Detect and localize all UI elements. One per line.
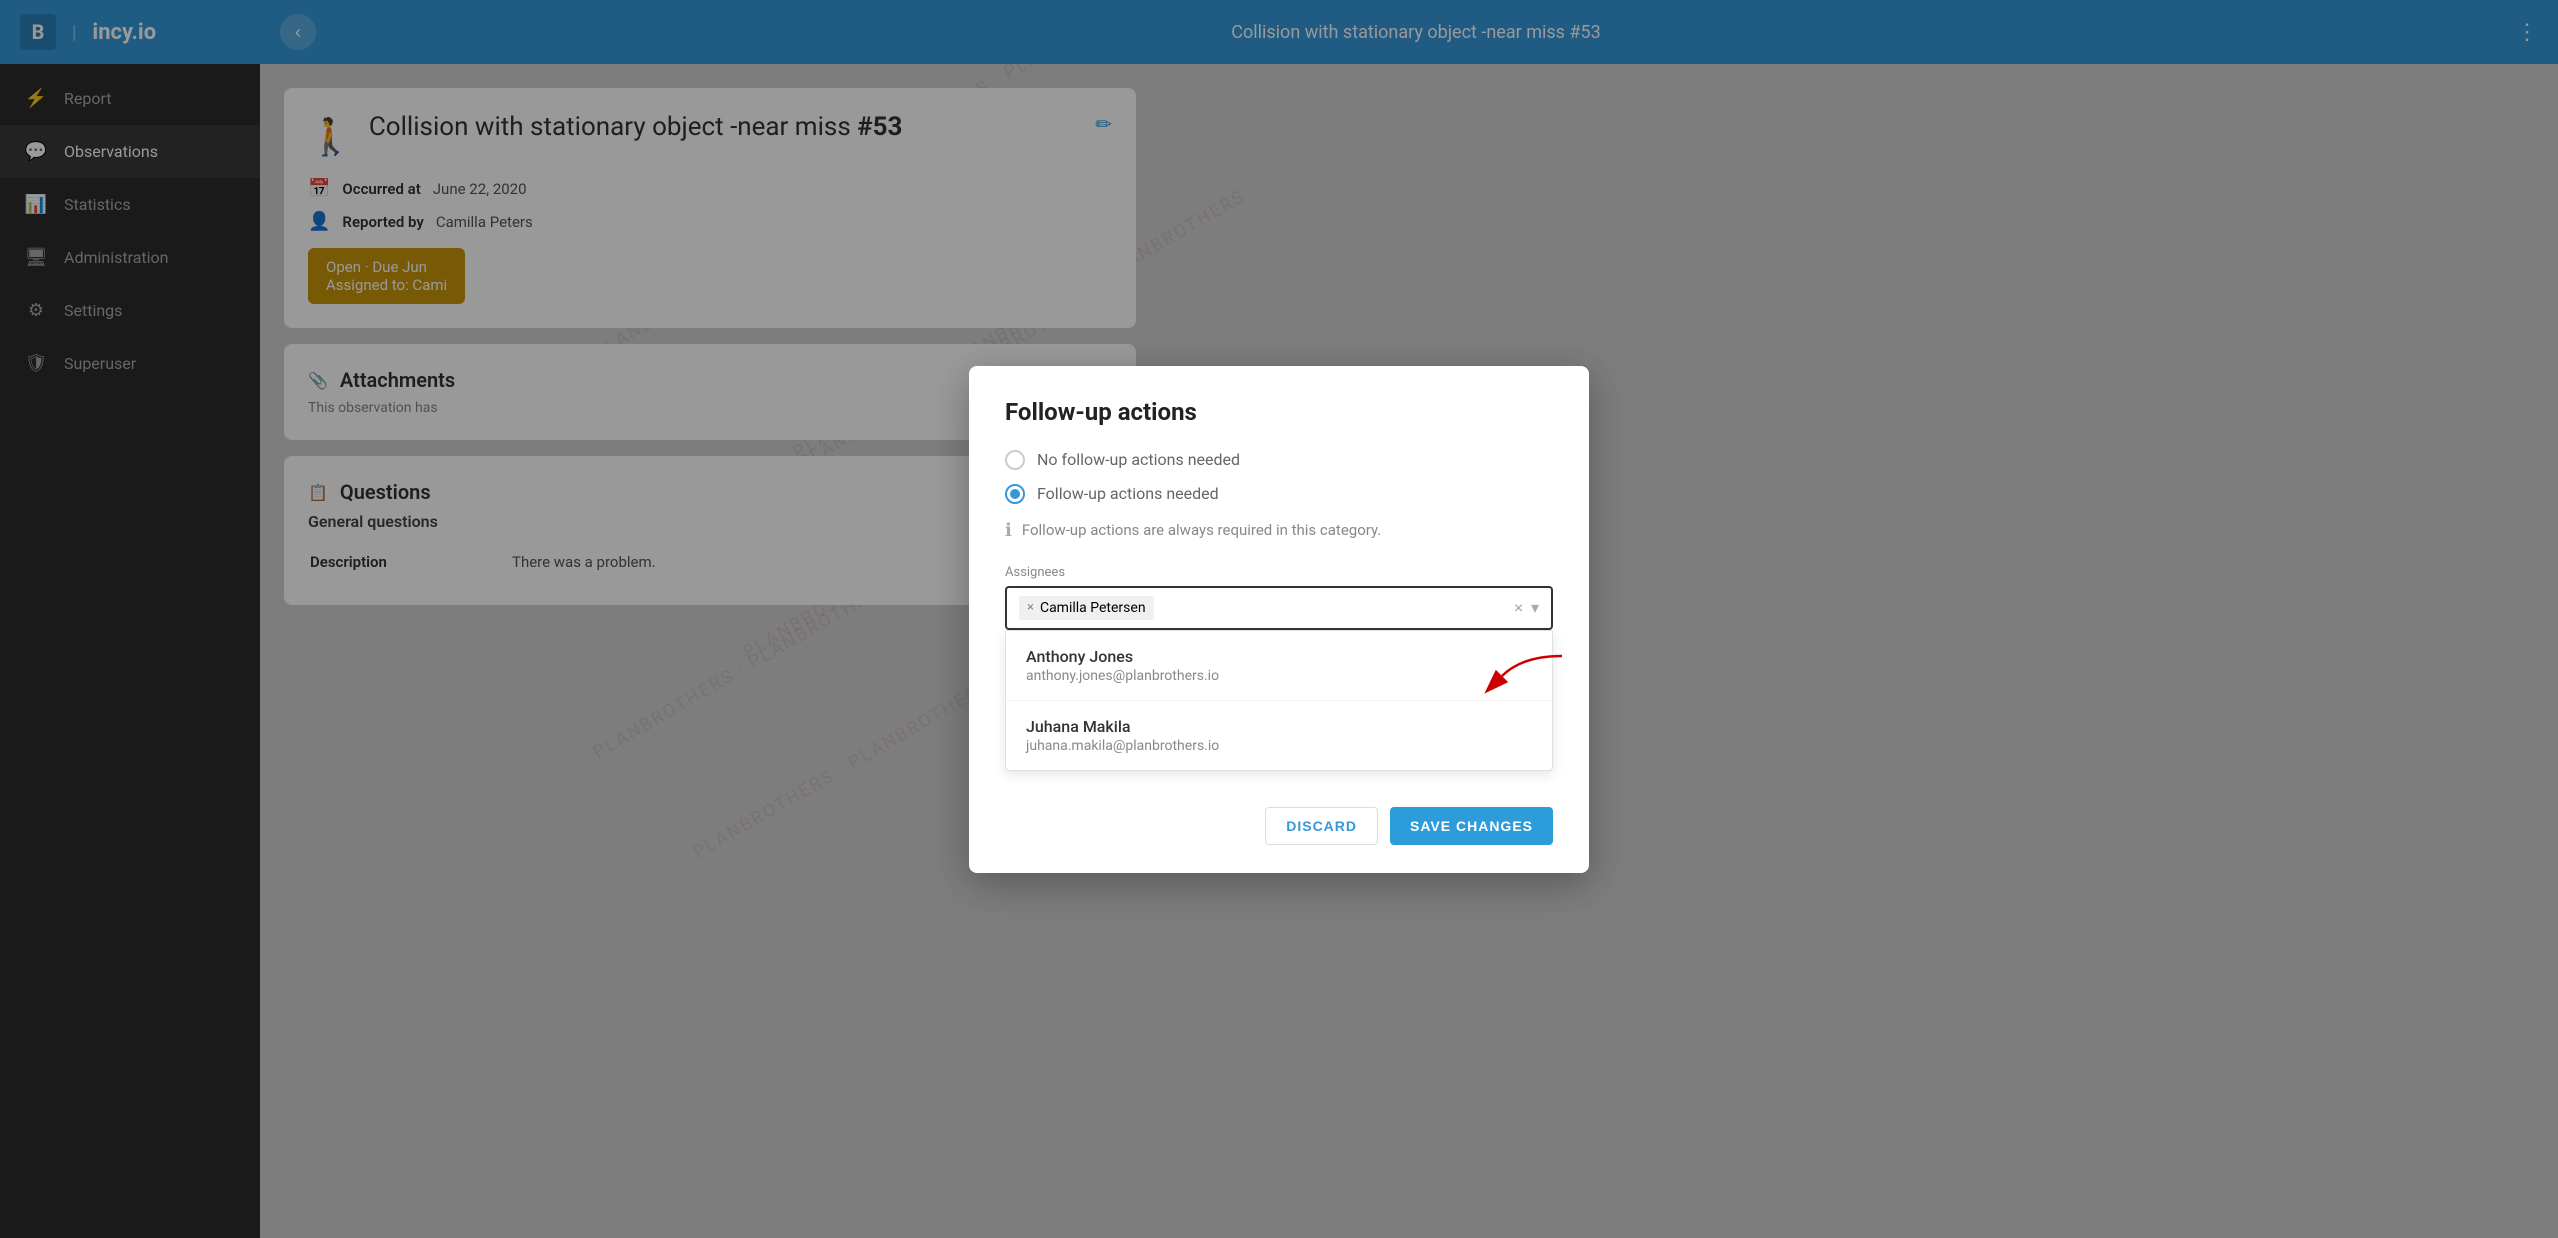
dropdown-item-name-juhana: Juhana Makila xyxy=(1026,717,1532,736)
remove-assignee-button[interactable]: × xyxy=(1027,600,1034,615)
radio-group: No follow-up actions needed Follow-up ac… xyxy=(1005,450,1553,504)
field-controls: × ▾ xyxy=(1514,598,1539,617)
dropdown-item-juhana[interactable]: Juhana Makila juhana.makila@planbrothers… xyxy=(1006,701,1552,770)
radio-label-followup-needed: Follow-up actions needed xyxy=(1037,484,1219,503)
assignees-label: Assignees xyxy=(1005,565,1553,580)
dropdown-item-name-anthony: Anthony Jones xyxy=(1026,647,1532,666)
assignees-field[interactable]: × Camilla Petersen × ▾ xyxy=(1005,586,1553,630)
info-note-text: Follow-up actions are always required in… xyxy=(1022,521,1381,539)
info-icon: ℹ xyxy=(1005,520,1012,541)
info-note: ℹ Follow-up actions are always required … xyxy=(1005,520,1553,541)
assignee-name: Camilla Petersen xyxy=(1040,600,1146,616)
assignees-section: Assignees × Camilla Petersen × ▾ xyxy=(1005,565,1553,771)
radio-circle-followup-needed xyxy=(1005,484,1025,504)
assignees-field-wrapper: × Camilla Petersen × ▾ xyxy=(1005,586,1553,771)
dropdown-toggle-icon[interactable]: ▾ xyxy=(1531,598,1539,617)
radio-circle-no-followup xyxy=(1005,450,1025,470)
dropdown-item-email-juhana: juhana.makila@planbrothers.io xyxy=(1026,738,1532,754)
assignees-input[interactable] xyxy=(1162,600,1507,616)
assignees-dropdown: Anthony Jones anthony.jones@planbrothers… xyxy=(1005,630,1553,771)
dropdown-item-email-anthony: anthony.jones@planbrothers.io xyxy=(1026,668,1532,684)
dropdown-item-anthony[interactable]: Anthony Jones anthony.jones@planbrothers… xyxy=(1006,631,1552,701)
modal-overlay[interactable]: Follow-up actions No follow-up actions n… xyxy=(0,0,2558,1238)
assignee-tag-camilla: × Camilla Petersen xyxy=(1019,596,1154,620)
followup-modal: Follow-up actions No follow-up actions n… xyxy=(969,366,1589,873)
discard-button[interactable]: DISCARD xyxy=(1265,807,1378,845)
clear-field-button[interactable]: × xyxy=(1514,598,1523,617)
radio-followup-needed[interactable]: Follow-up actions needed xyxy=(1005,484,1553,504)
modal-title: Follow-up actions xyxy=(1005,398,1553,426)
save-changes-button[interactable]: SAVE CHANGES xyxy=(1390,807,1553,845)
modal-footer: DISCARD SAVE CHANGES xyxy=(1005,791,1553,845)
radio-label-no-followup: No follow-up actions needed xyxy=(1037,450,1240,469)
radio-no-followup[interactable]: No follow-up actions needed xyxy=(1005,450,1553,470)
